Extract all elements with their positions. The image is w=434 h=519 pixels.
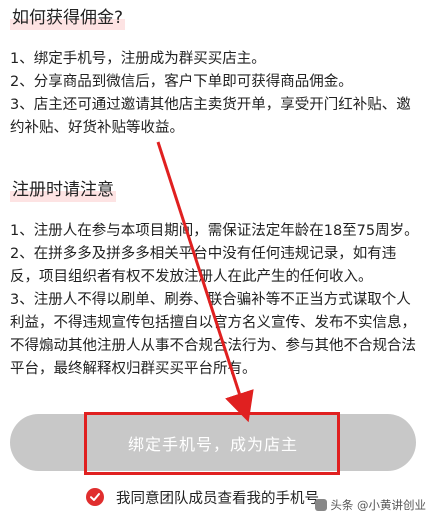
agreement-row[interactable]: 我同意团队成员查看我的手机号	[86, 486, 319, 508]
registration-notes-title: 注册时请注意	[10, 178, 116, 202]
registration-note-1: 1、注册人在参与本项目期间，需保证法定年龄在18至75周岁。	[10, 223, 419, 239]
registration-note-2: 2、在拼多多及拼多多相关平台中没有任何违规记录，如有违反，项目组织者有权不发放注…	[10, 246, 397, 285]
commission-step-1: 1、绑定手机号，注册成为群买买店主。	[10, 51, 266, 67]
commission-step-3: 3、店主还可通过邀请其他店主卖货开单，享受开门红补贴、邀约补贴、好货补贴等收益。	[10, 97, 411, 136]
page: 如何获得佣金? 1、绑定手机号，注册成为群买买店主。 2、分享商品到微信后，客户…	[0, 0, 434, 519]
registration-note-3: 3、注册人不得以刷单、刷券、联合骗补等不正当方式谋取个人利益，不得违规宣传包括擅…	[10, 292, 416, 377]
watermark-text: 头条 @小黄讲创业	[330, 498, 426, 512]
agreement-label: 我同意团队成员查看我的手机号	[116, 490, 319, 507]
commission-step-2: 2、分享商品到微信后，客户下单即可获得商品佣金。	[10, 74, 353, 90]
registration-notes: 1、注册人在参与本项目期间，需保证法定年龄在18至75周岁。 2、在拼多多及拼多…	[10, 220, 420, 381]
commission-instructions: 1、绑定手机号，注册成为群买买店主。 2、分享商品到微信后，客户下单即可获得商品…	[10, 48, 420, 140]
commission-title: 如何获得佣金?	[10, 6, 126, 30]
checkbox-checked-icon[interactable]	[86, 488, 104, 506]
watermark: 头条 @小黄讲创业	[315, 497, 426, 513]
toutiao-logo-icon	[315, 499, 328, 511]
annotation-highlight-box	[84, 412, 340, 475]
